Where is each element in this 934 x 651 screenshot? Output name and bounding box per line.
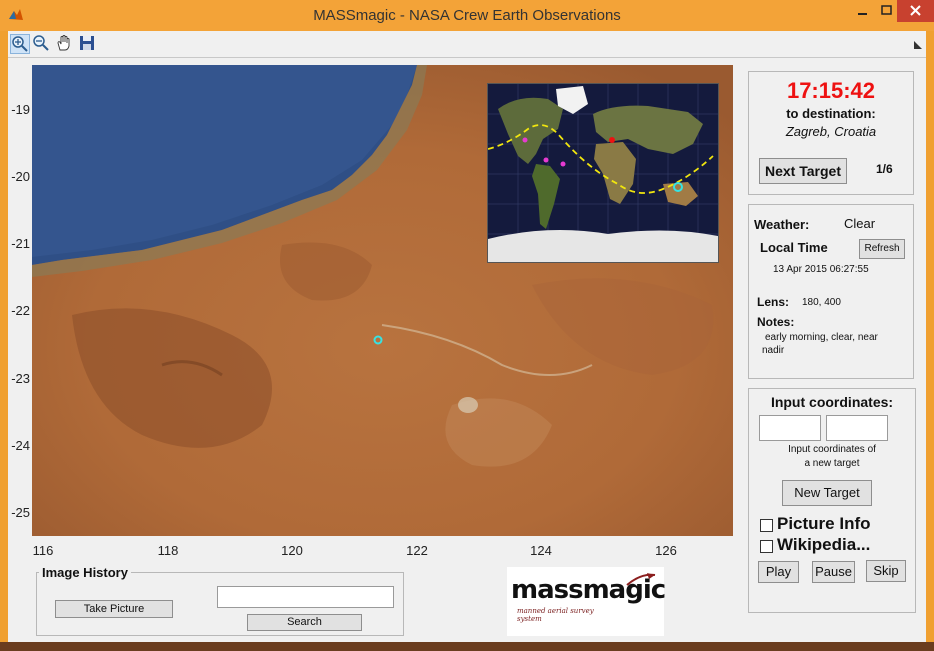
input-coordinates-title: Input coordinates:	[770, 394, 894, 410]
window-title: MASSmagic - NASA Crew Earth Observations	[313, 7, 621, 24]
pause-button[interactable]: Pause	[812, 561, 855, 583]
target-info-panel: Weather: Clear Local Time Refresh 13 Apr…	[748, 204, 914, 379]
x-tick-label: 124	[530, 543, 552, 558]
notes-text-line1: early morning, clear, near	[765, 332, 878, 343]
image-history-panel: Take Picture Search	[36, 572, 404, 636]
target-counter: 1/6	[876, 162, 893, 176]
wikipedia-label: Wikipedia...	[777, 535, 871, 554]
logo-tagline: manned aerial survey system	[517, 607, 594, 623]
picture-info-label: Picture Info	[777, 514, 871, 533]
lens-label: Lens:	[757, 295, 790, 309]
save-icon	[80, 36, 94, 50]
massmagic-logo: massmagic manned aerial survey system	[507, 567, 666, 636]
lens-value: 180, 400	[802, 297, 841, 308]
countdown-timer: 17:15:42	[786, 78, 876, 103]
satellite-map[interactable]	[32, 65, 733, 536]
pan-tool[interactable]	[55, 34, 75, 54]
minimize-icon	[858, 13, 867, 15]
figure-client-area: -19 -20 -21 -22 -23 -24 -25 116 118 120 …	[8, 58, 926, 642]
zoom-in-tool[interactable]	[10, 34, 30, 54]
y-tick-label: -20	[11, 169, 30, 184]
take-picture-button[interactable]: Take Picture	[55, 600, 173, 618]
skip-button[interactable]: Skip	[866, 560, 906, 582]
weather-value: Clear	[844, 216, 876, 231]
save-tool[interactable]	[78, 34, 98, 54]
search-button[interactable]: Search	[247, 614, 362, 631]
longitude-input[interactable]	[826, 415, 888, 441]
figure-toolbar	[8, 31, 926, 58]
desktop-background-strip	[0, 642, 934, 651]
world-map-image	[488, 84, 718, 262]
zoom-out-icon	[33, 35, 49, 51]
y-tick-label: -22	[11, 303, 30, 318]
play-button[interactable]: Play	[758, 561, 799, 583]
new-target-button[interactable]: New Target	[782, 480, 872, 506]
image-history-title: Image History	[39, 565, 131, 580]
x-tick-label: 118	[157, 543, 179, 558]
next-target-button[interactable]: Next Target	[759, 158, 847, 184]
y-tick-label: -21	[11, 236, 30, 251]
x-tick-label: 122	[406, 543, 428, 558]
world-overview-inset	[487, 83, 719, 263]
notes-text-line2: nadir	[762, 345, 785, 356]
zoom-in-icon	[12, 36, 28, 52]
y-tick-label: -25	[11, 505, 30, 520]
x-tick-label: 120	[281, 543, 303, 558]
local-time-label: Local Time	[760, 240, 828, 255]
coordinates-help-line2: a new target	[804, 458, 860, 469]
maximize-icon	[881, 5, 892, 15]
minimize-button[interactable]	[850, 0, 876, 22]
wikipedia-checkbox[interactable]	[760, 540, 773, 553]
dock-arrow-icon[interactable]	[914, 41, 922, 49]
refresh-button[interactable]: Refresh	[859, 239, 905, 259]
close-button[interactable]	[897, 0, 934, 22]
destination-caption: to destination:	[786, 106, 876, 121]
destination-name: Zagreb, Croatia	[785, 124, 877, 139]
y-tick-label: -23	[11, 371, 30, 386]
weather-label: Weather:	[754, 217, 810, 232]
y-tick-label: -19	[11, 102, 30, 117]
picture-info-checkbox[interactable]	[760, 519, 773, 532]
x-tick-label: 126	[655, 543, 677, 558]
local-time-value: 13 Apr 2015 06:27:55	[773, 264, 869, 275]
title-bar: MASSmagic - NASA Crew Earth Observations	[0, 0, 934, 31]
zoom-out-tool[interactable]	[32, 34, 52, 54]
notes-label: Notes:	[757, 315, 795, 329]
latitude-input[interactable]	[759, 415, 821, 441]
logo-shuttle-icon	[626, 573, 656, 586]
input-coordinates-panel: Input coordinates: Input coordinates of …	[748, 388, 916, 613]
x-tick-label: 116	[32, 543, 54, 558]
destination-panel: 17:15:42 to destination: Zagreb, Croatia…	[748, 71, 914, 195]
close-icon	[910, 5, 921, 16]
coordinates-help-line1: Input coordinates of	[788, 444, 876, 455]
pan-icon	[57, 35, 70, 51]
y-tick-label: -24	[11, 438, 30, 453]
history-search-input[interactable]	[217, 586, 394, 608]
